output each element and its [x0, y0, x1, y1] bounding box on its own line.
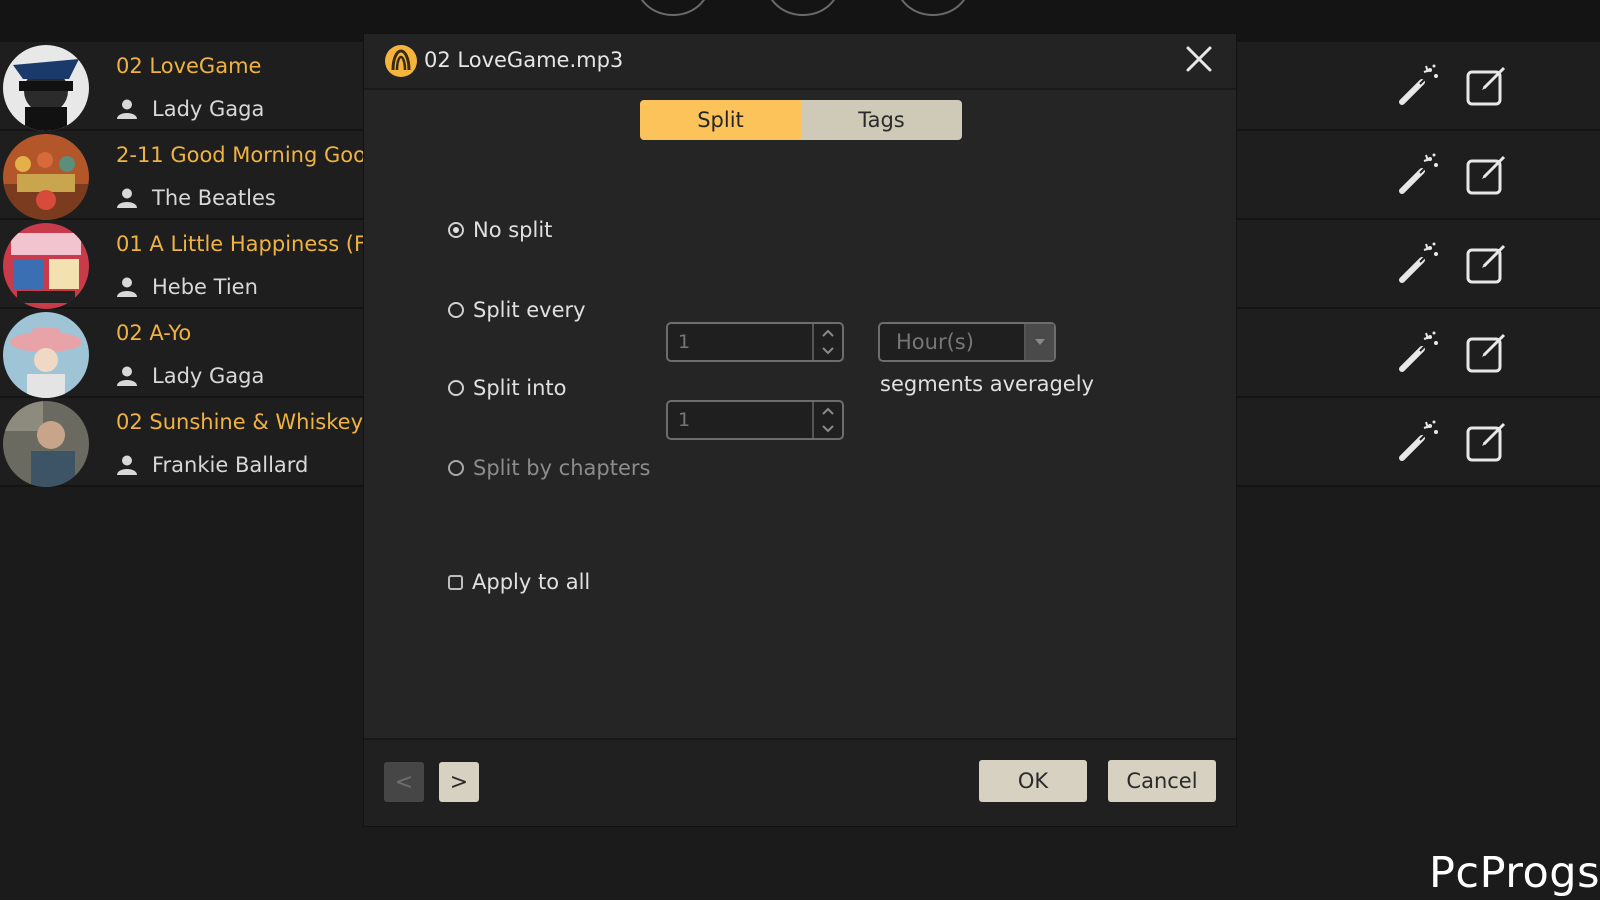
option-split-every[interactable]: Split every — [448, 298, 586, 322]
app-logo-icon — [385, 45, 417, 77]
apply-to-all[interactable]: Apply to all — [448, 570, 590, 594]
track-artist-line: The Beatles — [116, 186, 276, 210]
track-artist-line: Frankie Ballard — [116, 453, 308, 477]
track-title: 02 A-Yo — [116, 321, 192, 345]
track-title: 01 A Little Happiness (Fr — [116, 232, 374, 256]
option-label: Split by chapters — [473, 456, 651, 480]
radio-no-split[interactable] — [448, 222, 464, 238]
split-into-stepper[interactable]: 1 — [666, 400, 844, 440]
split-unit-select[interactable]: Hour(s) — [878, 322, 1056, 362]
option-no-split[interactable]: No split — [448, 218, 552, 242]
track-title: 2-11 Good Morning Good — [116, 143, 380, 167]
option-label: No split — [473, 218, 553, 242]
person-icon — [117, 277, 137, 297]
tab-split[interactable]: Split — [640, 100, 801, 140]
magic-wand-icon[interactable] — [1396, 240, 1442, 286]
row-actions — [1396, 151, 1510, 197]
tab-tags[interactable]: Tags — [801, 100, 962, 140]
dialog-title: 02 LoveGame.mp3 — [424, 48, 624, 72]
magic-wand-icon[interactable] — [1396, 151, 1442, 197]
person-icon — [117, 99, 137, 119]
person-icon — [117, 455, 137, 475]
track-artist: Lady Gaga — [152, 97, 265, 121]
toolbar-button[interactable] — [766, 0, 840, 16]
stepper-down-icon[interactable] — [814, 420, 842, 438]
stepper-up-icon[interactable] — [814, 324, 842, 342]
track-artist: Hebe Tien — [152, 275, 258, 299]
track-artist: Lady Gaga — [152, 364, 265, 388]
dialog-tabs: Split Tags — [640, 100, 962, 140]
toolbar-button[interactable] — [896, 0, 970, 16]
stepper-down-icon[interactable] — [814, 342, 842, 360]
option-label: Split every — [473, 298, 586, 322]
option-split-into[interactable]: Split into — [448, 376, 566, 400]
segments-label: segments averagely — [880, 372, 1094, 396]
album-cover — [3, 312, 89, 398]
option-label: Split into — [473, 376, 567, 400]
next-button[interactable]: > — [439, 762, 479, 802]
track-artist-line: Lady Gaga — [116, 364, 264, 388]
track-artist: The Beatles — [152, 186, 276, 210]
person-icon — [117, 188, 137, 208]
dialog-header: 02 LoveGame.mp3 — [364, 34, 1236, 90]
track-artist-line: Hebe Tien — [116, 275, 258, 299]
album-cover — [3, 223, 89, 309]
person-icon — [117, 366, 137, 386]
split-every-stepper[interactable]: 1 — [666, 322, 844, 362]
row-actions — [1396, 62, 1510, 108]
split-dialog: 02 LoveGame.mp3 Split Tags No split Spli… — [364, 34, 1236, 826]
track-artist-line: Lady Gaga — [116, 97, 264, 121]
radio-split-every[interactable] — [448, 302, 464, 318]
track-title: 02 LoveGame — [116, 54, 262, 78]
option-label: Apply to all — [472, 570, 591, 594]
magic-wand-icon[interactable] — [1396, 62, 1442, 108]
split-into-value: 1 — [678, 409, 691, 431]
row-actions — [1396, 329, 1510, 375]
track-title: 02 Sunshine & Whiskey — [116, 410, 363, 434]
radio-split-into[interactable] — [448, 380, 464, 396]
edit-icon[interactable] — [1464, 418, 1510, 464]
magic-wand-icon[interactable] — [1396, 418, 1442, 464]
close-icon[interactable] — [1184, 44, 1214, 74]
magic-wand-icon[interactable] — [1396, 329, 1442, 375]
album-cover — [3, 134, 89, 220]
radio-split-by-chapters — [448, 460, 464, 476]
watermark: PcProgs — [1429, 848, 1600, 898]
ok-button[interactable]: OK — [979, 760, 1087, 802]
apply-to-all-checkbox[interactable] — [448, 574, 463, 590]
edit-icon[interactable] — [1464, 151, 1510, 197]
album-cover — [3, 45, 89, 131]
row-actions — [1396, 240, 1510, 286]
stepper-up-icon[interactable] — [814, 402, 842, 420]
split-every-value: 1 — [678, 331, 691, 353]
row-actions — [1396, 418, 1510, 464]
edit-icon[interactable] — [1464, 62, 1510, 108]
dialog-footer: < > OK Cancel — [364, 738, 1236, 826]
option-split-by-chapters: Split by chapters — [448, 456, 650, 480]
track-artist: Frankie Ballard — [152, 453, 309, 477]
split-unit-value: Hour(s) — [896, 330, 974, 354]
edit-icon[interactable] — [1464, 240, 1510, 286]
chevron-down-icon[interactable] — [1024, 324, 1054, 360]
edit-icon[interactable] — [1464, 329, 1510, 375]
toolbar-button[interactable] — [636, 0, 710, 16]
album-cover — [3, 401, 89, 487]
previous-button[interactable]: < — [384, 762, 424, 802]
cancel-button[interactable]: Cancel — [1108, 760, 1216, 802]
